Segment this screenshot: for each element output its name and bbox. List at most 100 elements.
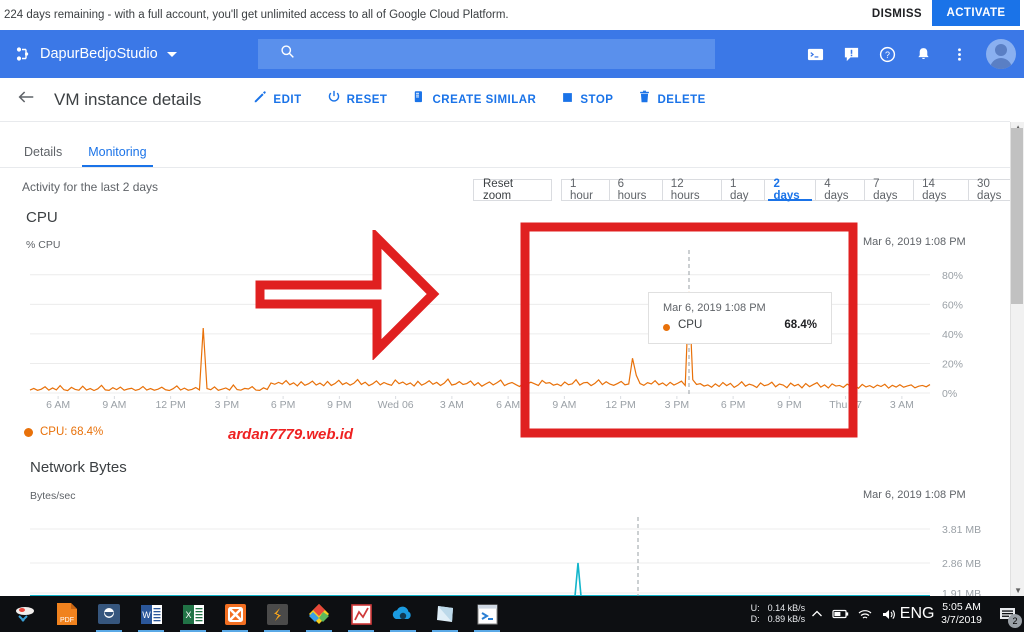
clock[interactable]: 5:05 AM 3/7/2019: [941, 601, 982, 627]
back-arrow-icon[interactable]: [16, 87, 36, 112]
range-1-day[interactable]: 1 day: [721, 178, 766, 202]
range-12-hours[interactable]: 12 hours: [662, 178, 722, 202]
range-6-hours[interactable]: 6 hours: [609, 178, 663, 202]
stop-square-icon: [561, 91, 574, 109]
reset-zoom-button[interactable]: Reset zoom: [473, 178, 552, 202]
language-indicator[interactable]: ENG: [900, 596, 935, 632]
create-similar-label: CREATE SIMILAR: [432, 93, 537, 106]
promo-banner: 224 days remaining - with a full account…: [0, 0, 1024, 30]
tooltip-series-name: CPU: [678, 319, 703, 331]
network-y-axis-label: Bytes/sec: [30, 490, 76, 502]
svg-text:3 AM: 3 AM: [890, 399, 914, 411]
range-14-days[interactable]: 14 days: [914, 178, 970, 202]
snipping-tool-icon[interactable]: [4, 596, 46, 632]
delete-button[interactable]: DELETE: [638, 90, 705, 109]
range-7-days[interactable]: 7 days: [865, 178, 915, 202]
avatar[interactable]: [986, 39, 1016, 69]
terminal-icon[interactable]: [466, 596, 508, 632]
help-icon[interactable]: ?: [872, 39, 902, 69]
show-hidden-icons-icon[interactable]: [805, 596, 829, 632]
stop-label: STOP: [580, 93, 614, 106]
edit-button[interactable]: EDIT: [253, 90, 301, 109]
stop-button[interactable]: STOP: [561, 91, 613, 109]
svg-text:9 PM: 9 PM: [327, 399, 352, 411]
download-value: 0.89 kB/s: [767, 614, 806, 624]
taskbar: PDF W X U: D: 0.14 kB/s 0.89 kB/s ENG 5:…: [0, 596, 1024, 632]
svg-text:6 PM: 6 PM: [271, 399, 296, 411]
svg-text:12 PM: 12 PM: [155, 399, 185, 411]
notepad-icon[interactable]: [424, 596, 466, 632]
app-bar-icons: ?: [800, 30, 1016, 78]
cpu-chart-plot[interactable]: 0%20%40%60%80%: [0, 250, 1010, 415]
svg-text:3 AM: 3 AM: [440, 399, 464, 411]
copy-icon: [412, 90, 426, 109]
activate-button[interactable]: ACTIVATE: [932, 0, 1020, 26]
network-chart-timestamp: Mar 6, 2019 1:08 PM: [863, 489, 966, 501]
reset-label: RESET: [346, 93, 388, 106]
network-speed[interactable]: U: D: 0.14 kB/s 0.89 kB/s: [751, 603, 806, 625]
create-similar-button[interactable]: CREATE SIMILAR: [412, 90, 536, 109]
svg-text:3 PM: 3 PM: [665, 399, 690, 411]
svg-text:2.86 MB: 2.86 MB: [942, 558, 981, 570]
red-chart-icon[interactable]: [340, 596, 382, 632]
svg-text:1.91 MB: 1.91 MB: [942, 588, 981, 596]
volume-icon[interactable]: [877, 596, 901, 632]
svg-text:9 PM: 9 PM: [777, 399, 802, 411]
svg-text:60%: 60%: [942, 299, 963, 311]
pdf-icon[interactable]: PDF: [46, 596, 88, 632]
search-input[interactable]: [258, 39, 715, 69]
tab-monitoring[interactable]: Monitoring: [82, 145, 153, 167]
cloud-blue-icon[interactable]: [382, 596, 424, 632]
tooltip-time: Mar 6, 2019 1:08 PM: [663, 302, 766, 314]
scroll-down-icon[interactable]: ▼: [1014, 586, 1022, 595]
cpu-legend[interactable]: CPU: 68.4%: [24, 426, 103, 438]
upload-value: 0.14 kB/s: [767, 603, 806, 613]
cloud-shell-icon[interactable]: [800, 39, 830, 69]
tab-bar: Details Monitoring: [0, 138, 1010, 168]
legend-label: CPU: 68.4%: [40, 426, 104, 438]
project-name[interactable]: DapurBedjoStudio: [40, 46, 158, 62]
chevron-down-icon[interactable]: [166, 51, 177, 57]
cpu-x-axis: 6 AM 9 AM 12 PM 3 PM 6 PM 9 PM Wed 06 3 AM 6 AM 9…: [46, 396, 914, 411]
scrollbar-thumb[interactable]: [1011, 128, 1023, 304]
dismiss-button[interactable]: DISMISS: [866, 3, 928, 25]
tab-details[interactable]: Details: [22, 145, 64, 167]
power-reset-icon: [327, 90, 341, 109]
colorful-diamond-icon[interactable]: [298, 596, 340, 632]
svg-text:20%: 20%: [942, 358, 963, 370]
network-chart-title: Network Bytes: [30, 459, 127, 476]
clock-time: 5:05 AM: [942, 601, 981, 613]
reset-button[interactable]: RESET: [327, 90, 388, 109]
taskbar-apps: PDF W X: [4, 596, 508, 632]
action-center-icon[interactable]: 2: [990, 596, 1024, 632]
network-chart-plot[interactable]: 3.81 MB 2.86 MB 1.91 MB: [0, 505, 1010, 596]
time-range-controls: Reset zoom 1 hour 6 hours 12 hours 1 day…: [473, 178, 1024, 202]
svg-text:6 AM: 6 AM: [46, 399, 70, 411]
battery-icon[interactable]: [829, 596, 853, 632]
tooltip-value: 68.4%: [784, 319, 817, 331]
svg-text:PDF: PDF: [60, 617, 74, 624]
svg-text:Wed 06: Wed 06: [378, 399, 414, 411]
feedback-icon[interactable]: [836, 39, 866, 69]
svg-text:3.81 MB: 3.81 MB: [942, 524, 981, 536]
excel-icon[interactable]: X: [172, 596, 214, 632]
range-2-days[interactable]: 2 days: [765, 178, 817, 202]
svg-text:6 PM: 6 PM: [721, 399, 746, 411]
pencil-icon: [253, 90, 267, 109]
word-icon[interactable]: W: [130, 596, 172, 632]
legend-dot-icon: [24, 427, 33, 437]
svg-text:6 AM: 6 AM: [496, 399, 520, 411]
more-vert-icon[interactable]: [944, 39, 974, 69]
system-tray: U: D: 0.14 kB/s 0.89 kB/s ENG 5:05 AM 3/…: [751, 596, 1024, 632]
xampp-icon[interactable]: [214, 596, 256, 632]
svg-text:9 AM: 9 AM: [552, 399, 576, 411]
range-4-days[interactable]: 4 days: [816, 178, 866, 202]
browser-icon[interactable]: [88, 596, 130, 632]
sublime-icon[interactable]: [256, 596, 298, 632]
search-icon: [280, 44, 295, 64]
range-1-hour[interactable]: 1 hour: [560, 178, 610, 202]
watermark: ardan7779.web.id: [228, 426, 354, 443]
wifi-icon[interactable]: [853, 596, 877, 632]
download-label: D:: [750, 614, 760, 624]
notifications-icon[interactable]: [908, 39, 938, 69]
